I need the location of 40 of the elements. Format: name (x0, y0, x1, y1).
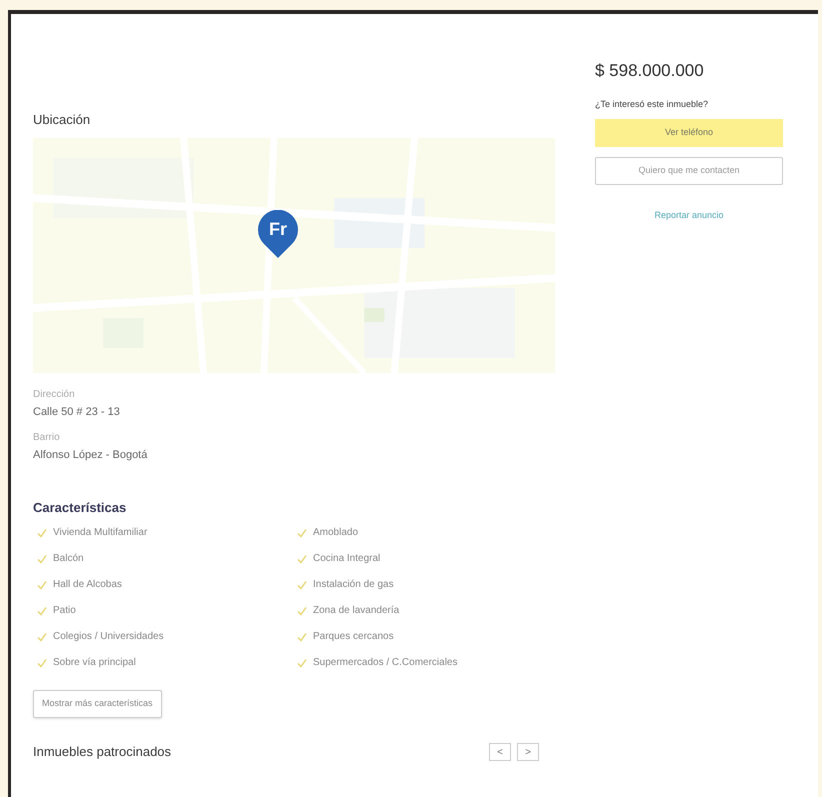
contact-me-button[interactable]: Quiero que me contacten (595, 157, 783, 185)
check-icon (297, 554, 307, 564)
feature-label: Colegios / Universidades (53, 630, 164, 644)
report-link[interactable]: Reportar anuncio (654, 209, 724, 222)
field-value: Calle 50 # 23 - 13 (33, 404, 121, 420)
feature-label: Zona de lavandería (313, 604, 400, 618)
feature-label: Cocina Integral (313, 552, 380, 566)
check-icon (37, 632, 47, 642)
check-icon (297, 580, 307, 590)
feature-label: Sobre vía principal (53, 656, 136, 670)
feature-label: Vivienda Multifamiliar (53, 526, 148, 540)
feature-label: Parques cercanos (313, 630, 394, 644)
contact-question: ¿Te interesó este inmueble? (595, 98, 710, 110)
check-icon (297, 528, 307, 538)
previous-button[interactable]: < (489, 743, 511, 761)
feature-label: Balcón (53, 552, 84, 566)
feature-label: Supermercados / C.Comerciales (313, 656, 458, 670)
show-more-button[interactable]: Mostrar más características (33, 690, 162, 718)
section-title: Inmuebles patrocinados (33, 742, 172, 761)
field-label: Barrio (33, 431, 61, 445)
check-icon (297, 632, 307, 642)
price: $ 598.000.000 (595, 60, 705, 82)
section-title: Características (33, 498, 128, 516)
check-icon (37, 528, 47, 538)
next-button[interactable]: > (517, 743, 539, 761)
section-title: Ubicación (33, 111, 92, 129)
check-icon (37, 658, 47, 668)
check-icon (37, 580, 47, 590)
feature-label: Amoblado (313, 526, 358, 540)
map-marker[interactable]: Fr (258, 210, 298, 258)
feature-label: Patio (53, 604, 76, 618)
check-icon (297, 606, 307, 616)
field-value: Alfonso López - Bogotá (33, 448, 148, 463)
check-icon (297, 658, 307, 668)
check-icon (37, 606, 47, 616)
show-phone-button[interactable]: Ver teléfono (595, 119, 783, 147)
feature-label: Hall de Alcobas (53, 578, 122, 592)
check-icon (37, 554, 47, 564)
feature-label: Instalación de gas (313, 578, 394, 592)
field-label: Dirección (33, 388, 76, 402)
